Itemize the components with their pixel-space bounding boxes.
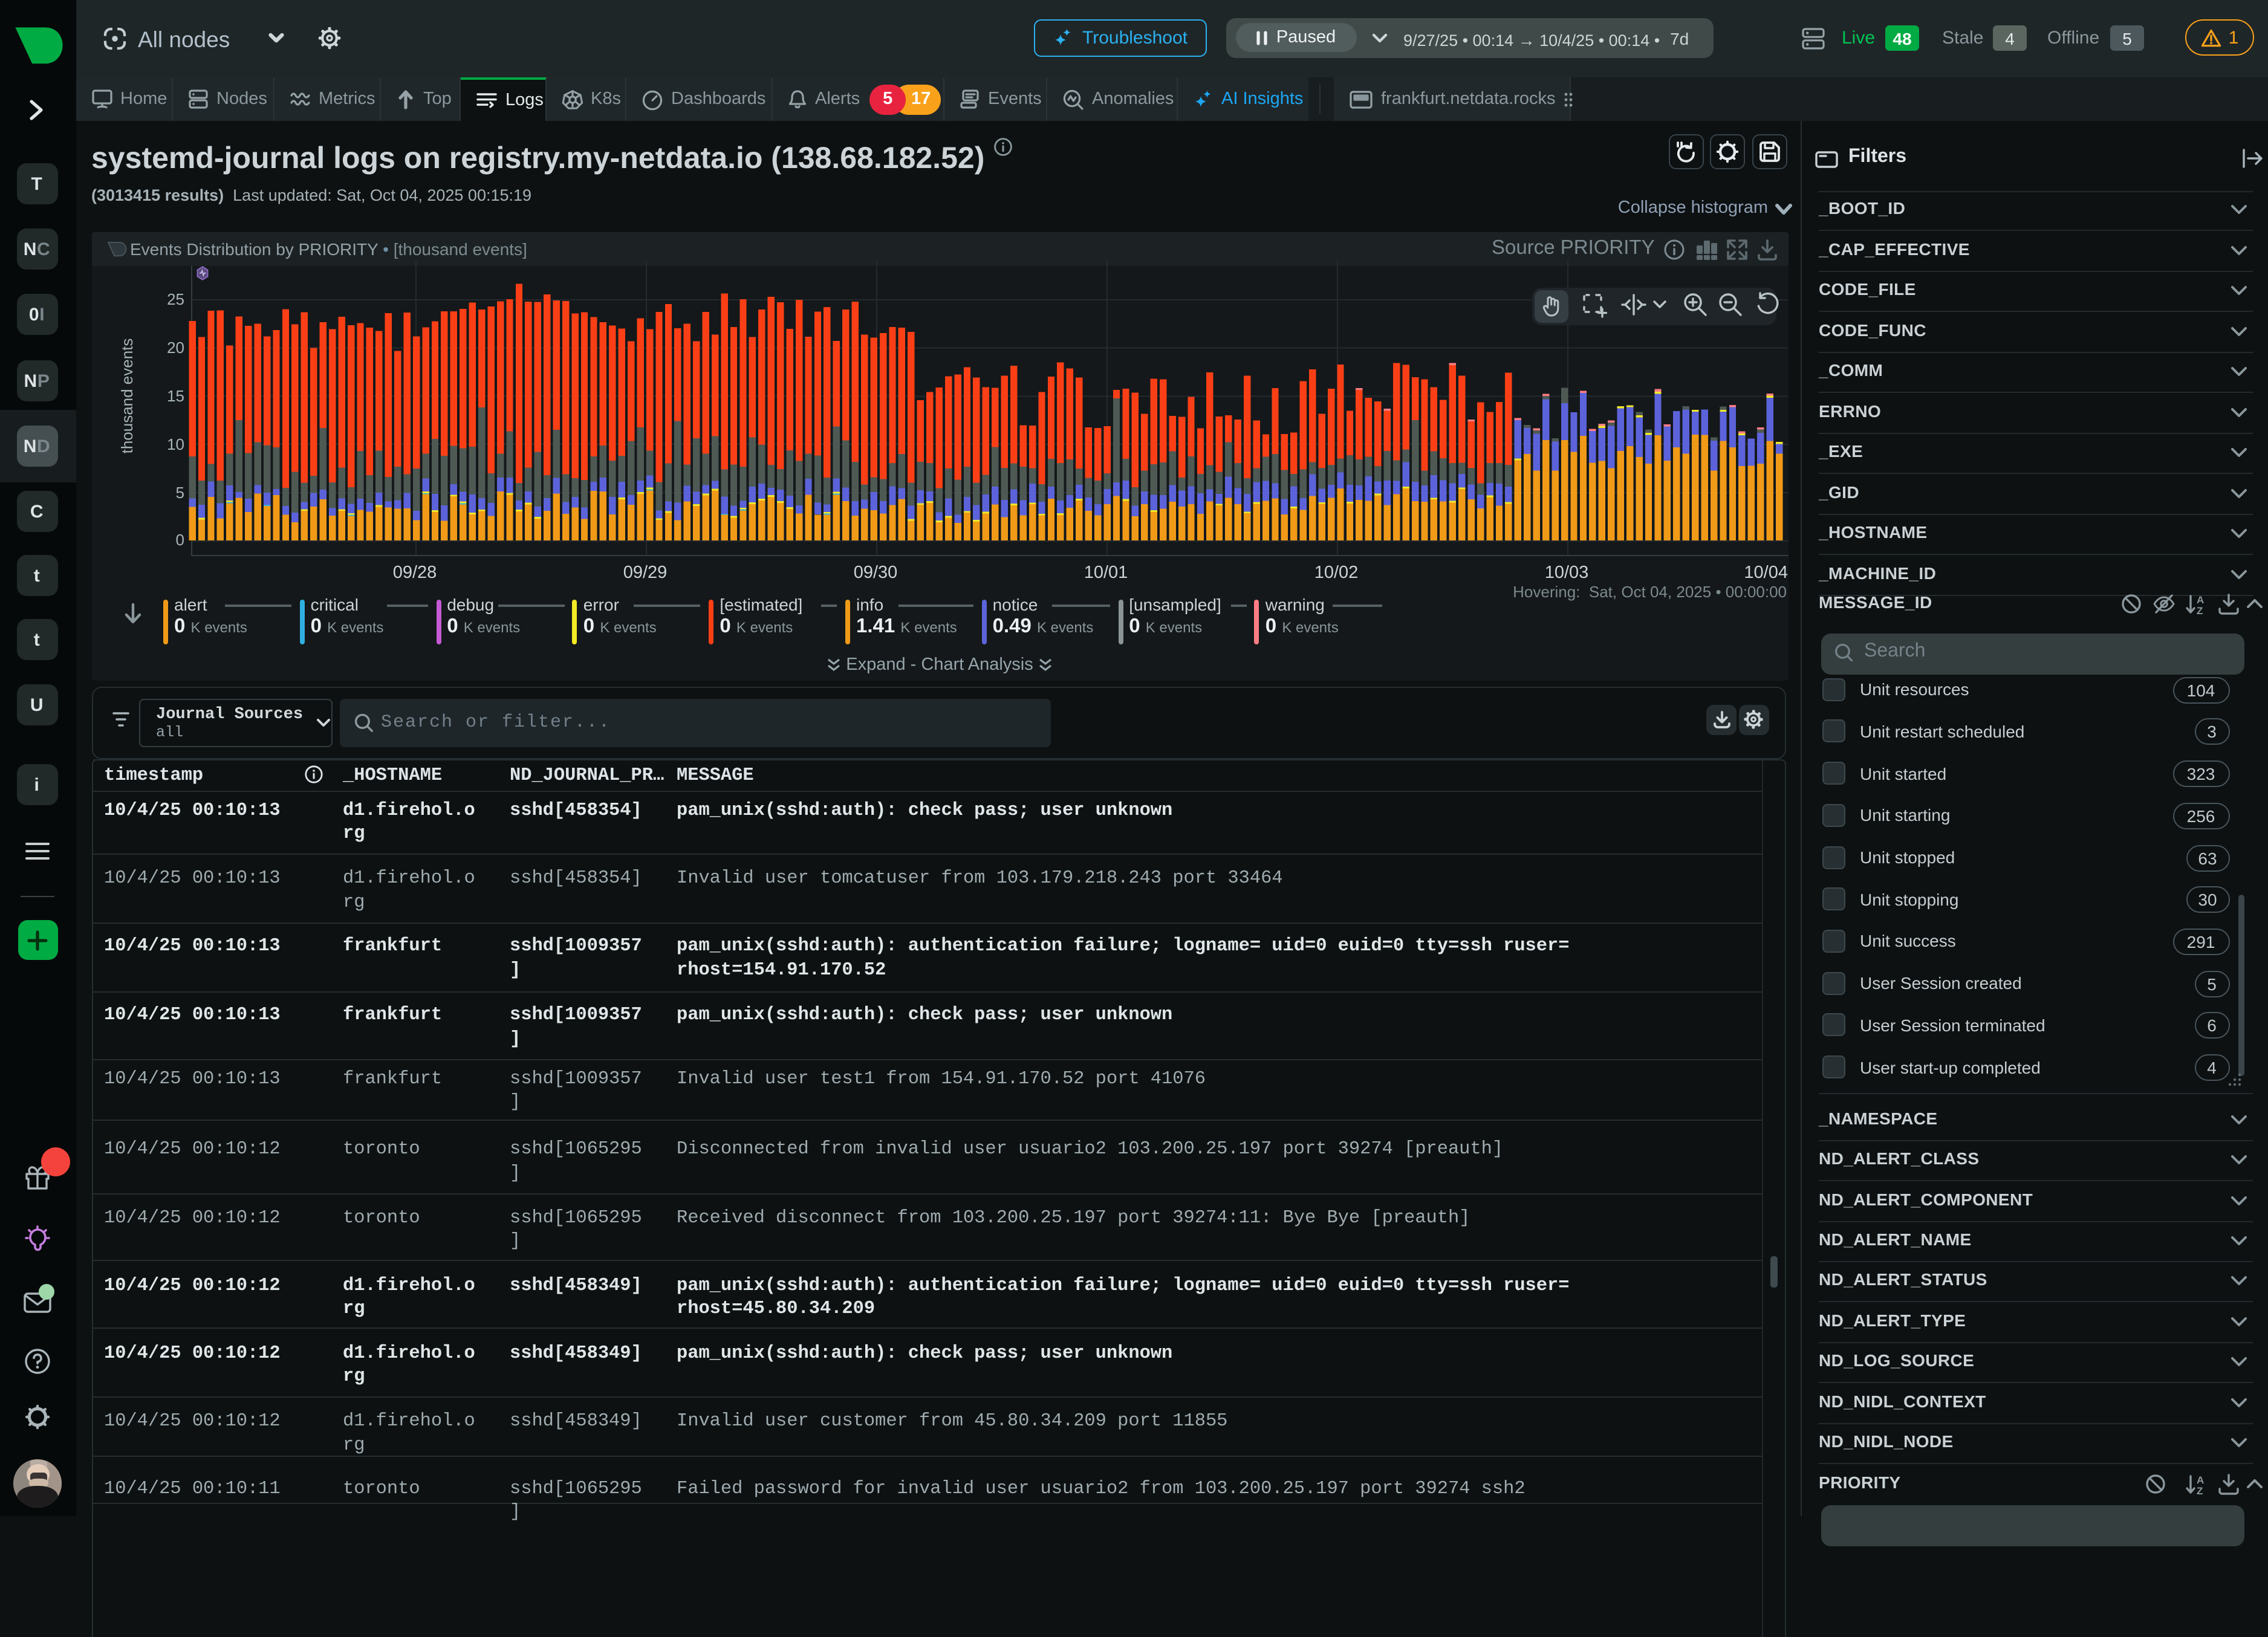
svg-text:Z: Z <box>2196 605 2202 617</box>
svg-text:A: A <box>2196 594 2203 606</box>
svg-text:Z: Z <box>2196 1485 2202 1497</box>
svg-text:A: A <box>2196 1474 2203 1486</box>
